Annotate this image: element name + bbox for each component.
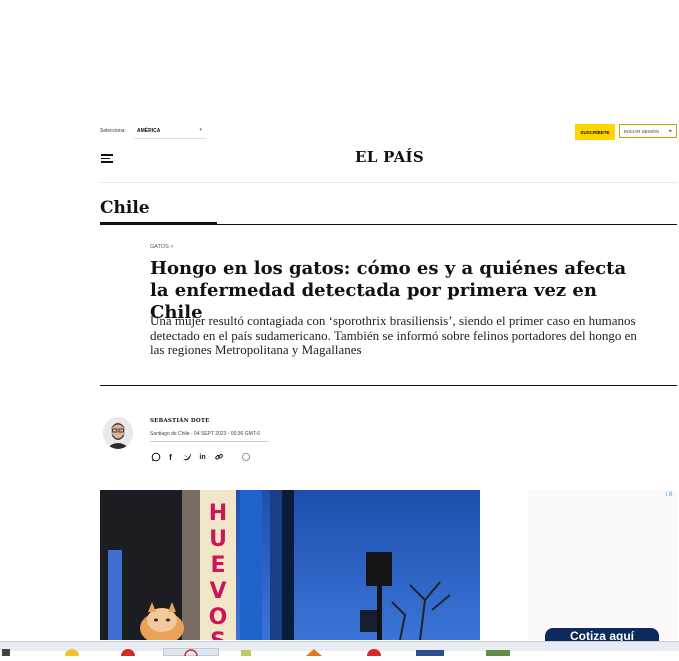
menu-icon[interactable] (101, 154, 113, 163)
sign-letter: O (209, 605, 228, 630)
linkedin-icon[interactable]: in (197, 452, 208, 463)
sign-letter: H (209, 501, 227, 526)
whatsapp-icon[interactable] (150, 452, 161, 463)
article-divider (100, 385, 677, 386)
edition-value: AMÉRICA (137, 128, 161, 134)
sign-letter: U (209, 527, 227, 552)
sign-letter: S (210, 629, 226, 640)
article-dateline: Santiago de Chile - 04 SEPT 2023 - 00:36… (150, 431, 260, 437)
comment-icon[interactable] (240, 452, 251, 463)
article-subheadline: Una mujer resultó contagiada con ‘sporot… (150, 313, 637, 357)
advertisement[interactable]: i X Cotiza aquí (528, 490, 678, 644)
edition-select[interactable]: AMÉRICA ▾ (134, 124, 206, 139)
top-bar: Selecciona: AMÉRICA ▾ SUSCRÍBETE INICIAR… (100, 124, 677, 140)
sign-letter: E (210, 553, 225, 578)
article-photo[interactable]: H U E V O S (100, 490, 480, 640)
author-name[interactable]: SEBASTIÁN DOTE (150, 418, 210, 424)
login-button[interactable]: INICIAR SESIÓN ▸ (619, 124, 677, 138)
login-label: INICIAR SESIÓN (624, 129, 659, 134)
author-avatar[interactable] (103, 417, 133, 449)
twitter-icon[interactable] (181, 452, 192, 463)
chevron-down-icon: ▾ (199, 127, 202, 133)
edition-label: Selecciona: (100, 128, 126, 134)
sign-letter: V (209, 579, 226, 604)
section-title[interactable]: Chile (100, 198, 150, 218)
byline-divider (150, 441, 268, 442)
section-underline (100, 222, 217, 225)
site-logo[interactable]: EL PAÍS (355, 148, 424, 166)
facebook-icon[interactable]: f (165, 452, 176, 463)
ad-choices-icon[interactable]: i X (662, 491, 676, 499)
header-divider (100, 182, 677, 183)
caret-down-icon: ▸ (669, 128, 672, 134)
link-icon[interactable] (213, 452, 224, 463)
breadcrumb[interactable]: GATOS > (150, 244, 174, 250)
subscribe-button[interactable]: SUSCRÍBETE (575, 124, 615, 140)
